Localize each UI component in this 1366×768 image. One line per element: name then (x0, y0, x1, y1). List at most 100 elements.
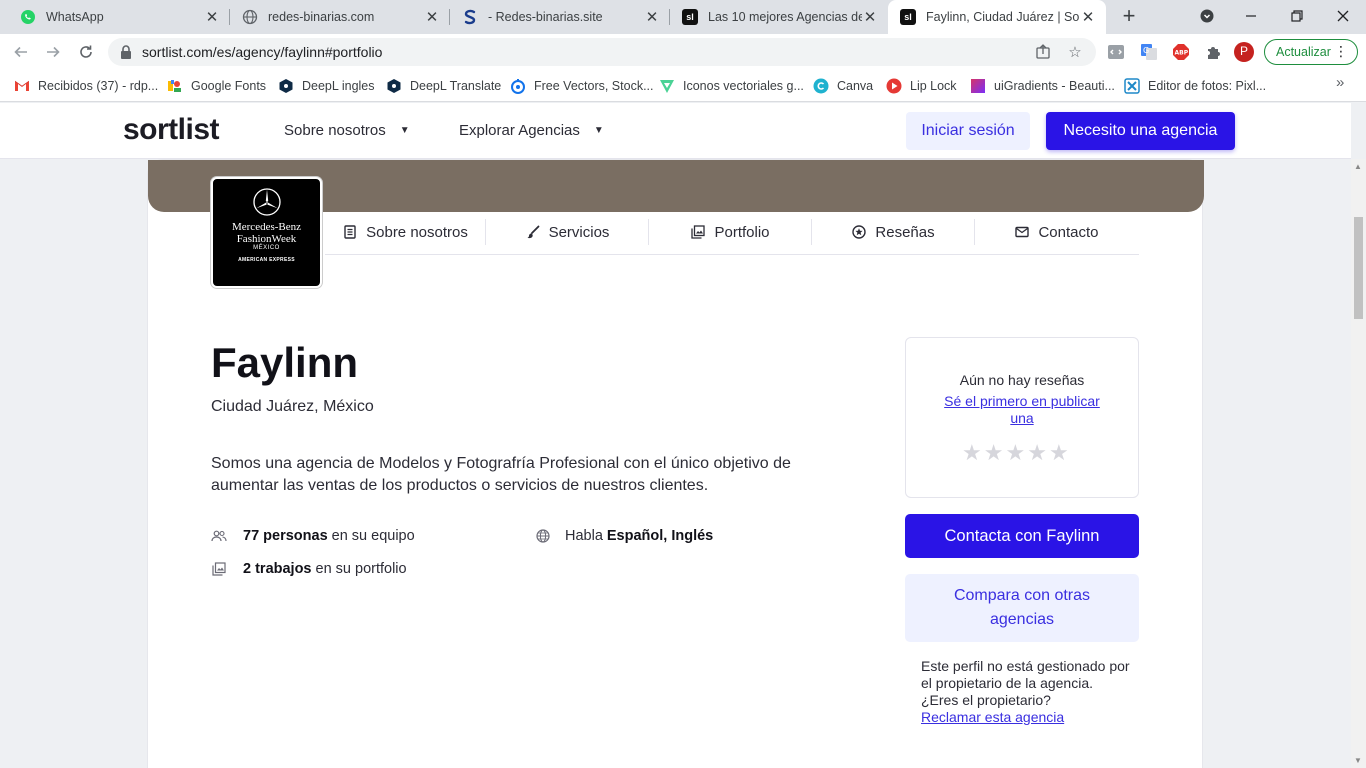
caret-down-icon: ▼ (399, 125, 410, 136)
close-icon[interactable]: ✕ (424, 8, 440, 26)
reviews-summary-box: Aún no hay reseñas Sé el primero en publ… (905, 337, 1139, 498)
need-agency-button[interactable]: Necesito una agencia (1046, 112, 1235, 150)
tab-redes-binarias-site[interactable]: - Redes-binarias.site ✕ (450, 0, 670, 34)
scrollbar-thumb[interactable] (1354, 217, 1363, 319)
tab-servicios[interactable]: Servicios (486, 210, 649, 254)
tab-sortlist-agencias[interactable]: sl Las 10 mejores Agencias de D ✕ (670, 0, 888, 34)
compare-agencies-button[interactable]: Compara con otras agencias (905, 574, 1139, 642)
sortlist-logo[interactable]: sortlist (123, 113, 220, 147)
bookmark-uigradients[interactable]: uiGradients - Beauti... (970, 77, 1115, 95)
canva-icon (813, 78, 829, 94)
bookmark-google-fonts[interactable]: Google Fonts (167, 77, 266, 95)
bookmark-deepl-ingles[interactable]: DeepL ingles (278, 77, 375, 95)
star-icon: ★ (1005, 440, 1026, 465)
bookmark-label: DeepL ingles (302, 79, 375, 93)
bookmark-lip-lock[interactable]: Lip Lock (886, 77, 957, 95)
gallery-icon (691, 225, 706, 239)
claim-agency-link[interactable]: Reclamar esta agencia (921, 709, 1064, 725)
bookmark-label: Google Fonts (191, 79, 267, 93)
contact-agency-button[interactable]: Contacta con Faylinn (905, 514, 1139, 558)
tab-sobre-nosotros[interactable]: Sobre nosotros (325, 210, 486, 254)
update-button[interactable]: Actualizar ⋮ (1264, 39, 1358, 65)
portfolio-suffix: en su portfolio (315, 561, 407, 577)
close-icon[interactable]: ✕ (1080, 8, 1096, 26)
profile-avatar[interactable]: P (1234, 42, 1254, 62)
team-count: 77 personas (243, 528, 328, 544)
bookmark-pixlr[interactable]: Editor de fotos: Pixl... (1124, 77, 1266, 95)
scroll-down-icon[interactable]: ▼ (1354, 756, 1362, 765)
pixlr-icon (1124, 78, 1140, 94)
bookmark-gmail[interactable]: Recibidos (37) - rdp... (14, 77, 158, 95)
globe-icon (535, 528, 551, 544)
page-scrollbar[interactable]: ▲ ▼ (1351, 159, 1366, 768)
profile-subnav: Sobre nosotros Servicios Portfolio Reseñ… (325, 210, 1139, 255)
claim-profile-text: Este perfil no está gestionado por el pr… (921, 658, 1130, 708)
tab-title: Faylinn, Ciudad Juárez | Sortli (926, 10, 1080, 24)
star-bookmark-icon[interactable]: ☆ (1066, 43, 1084, 61)
bookmark-canva[interactable]: Canva (813, 77, 873, 95)
back-icon[interactable] (9, 40, 33, 64)
bookmarks-overflow-icon[interactable]: » (1336, 74, 1344, 91)
tab-redes-binarias-com[interactable]: redes-binarias.com ✕ (230, 0, 450, 34)
star-icon: ★ (1027, 440, 1047, 465)
update-label: Actualizar (1276, 45, 1331, 59)
tab-whatsapp[interactable]: WhatsApp ✕ (8, 0, 230, 34)
first-review-link[interactable]: Sé el primero en publicar una (936, 393, 1108, 427)
bookmark-deepl-translate[interactable]: DeepL Translate (386, 77, 501, 95)
new-tab-button[interactable]: + (1117, 5, 1141, 29)
tab-search-icon[interactable] (1193, 4, 1221, 28)
omnibox[interactable]: sortlist.com/es/agency/faylinn#portfolio… (108, 38, 1096, 66)
bookmark-flaticon[interactable]: Iconos vectoriales g... (659, 77, 804, 95)
forward-icon[interactable] (41, 40, 65, 64)
subnav-label: Sobre nosotros (366, 223, 468, 241)
site-header: sortlist Sobre nosotros ▼ Explorar Agenc… (0, 103, 1351, 159)
close-window-icon[interactable] (1329, 4, 1357, 28)
bookmark-freepik[interactable]: Free Vectors, Stock... (510, 77, 654, 95)
tab-resenas[interactable]: Reseñas (812, 210, 975, 254)
languages-fact: Habla Español, Inglés (535, 528, 717, 544)
close-icon[interactable]: ✕ (644, 8, 660, 26)
bookmark-label: Recibidos (37) - rdp... (38, 79, 159, 93)
play-icon (886, 78, 902, 94)
adblock-plus-icon[interactable]: ABP (1171, 42, 1191, 62)
code-extension-icon[interactable] (1106, 42, 1126, 62)
bookmark-label: Editor de fotos: Pixl... (1148, 79, 1267, 93)
close-icon[interactable]: ✕ (204, 8, 220, 26)
logo-line: AMERICAN EXPRESS (238, 257, 295, 263)
restore-icon[interactable] (1283, 4, 1311, 28)
bookmark-label: Free Vectors, Stock... (534, 79, 654, 93)
bookmark-label: Iconos vectoriales g... (683, 79, 804, 93)
nav-explorar-agencias[interactable]: Explorar Agencias ▼ (459, 122, 604, 139)
tab-portfolio[interactable]: Portfolio (649, 210, 812, 254)
login-button[interactable]: Iniciar sesión (906, 112, 1030, 150)
team-size-fact: 77 personas en su equipo (211, 528, 415, 544)
whatsapp-icon (20, 9, 36, 25)
tab-contacto[interactable]: Contacto (975, 210, 1139, 254)
portfolio-count-fact: 2 trabajos en su portfolio (211, 561, 407, 577)
page-viewport: sortlist Sobre nosotros ▼ Explorar Agenc… (0, 103, 1351, 768)
share-icon[interactable] (1034, 43, 1052, 61)
extensions-puzzle-icon[interactable] (1204, 42, 1224, 62)
redes-binarias-icon (462, 9, 478, 25)
gallery-icon (211, 561, 227, 577)
reload-icon[interactable] (74, 40, 98, 64)
no-reviews-text: Aún no hay reseñas (959, 372, 1085, 388)
tab-faylinn-active[interactable]: sl Faylinn, Ciudad Juárez | Sortli ✕ (888, 0, 1106, 34)
star-icon: ★ (962, 440, 982, 465)
lock-icon (120, 45, 134, 59)
bookmark-label: Canva (837, 79, 874, 93)
nav-sobre-nosotros[interactable]: Sobre nosotros ▼ (284, 122, 410, 139)
team-suffix: en su equipo (331, 528, 415, 544)
google-translate-icon[interactable]: G (1139, 42, 1159, 62)
browser-tab-bar: WhatsApp ✕ redes-binarias.com ✕ - Redes-… (0, 0, 1366, 34)
close-icon[interactable]: ✕ (862, 8, 878, 26)
svg-text:G: G (1143, 46, 1149, 55)
nav-label: Sobre nosotros (284, 122, 386, 139)
star-icon: ★ (983, 440, 1004, 465)
scroll-up-icon[interactable]: ▲ (1354, 162, 1362, 171)
menu-dots-icon[interactable]: ⋮ (1334, 43, 1348, 60)
google-fonts-icon (167, 78, 183, 94)
address-bar-row: sortlist.com/es/agency/faylinn#portfolio… (0, 34, 1366, 70)
nav-label: Explorar Agencias (459, 122, 580, 139)
minimize-icon[interactable] (1237, 4, 1265, 28)
